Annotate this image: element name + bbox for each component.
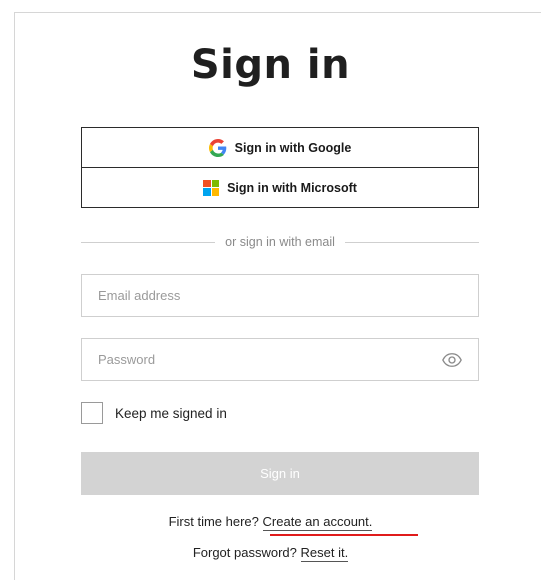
keep-signed-in-row: Keep me signed in: [81, 402, 227, 424]
forgot-password-row: Forgot password? Reset it.: [0, 545, 541, 562]
google-sign-in-label: Sign in with Google: [234, 140, 352, 155]
eye-icon[interactable]: [442, 352, 462, 368]
create-account-link[interactable]: Create an account.: [262, 514, 373, 531]
page-title: Sign in: [190, 42, 351, 88]
sign-in-submit-label: Sign in: [260, 466, 300, 481]
google-sign-in-button[interactable]: Sign in with Google: [81, 127, 479, 168]
first-time-text: First time here?: [168, 514, 259, 529]
forgot-password-text: Forgot password?: [192, 545, 297, 560]
microsoft-sign-in-label: Sign in with Microsoft: [227, 180, 357, 195]
keep-signed-in-label: Keep me signed in: [115, 405, 227, 421]
google-g-icon: [208, 138, 226, 157]
window-border-top: [14, 12, 541, 13]
microsoft-logo-icon: [203, 179, 220, 196]
keep-signed-in-checkbox[interactable]: [81, 402, 103, 424]
annotation-red-underline: [270, 534, 418, 536]
microsoft-sign-in-button[interactable]: Sign in with Microsoft: [81, 167, 479, 208]
window-border-left: [14, 12, 15, 580]
email-field-container: [81, 274, 479, 317]
sign-in-submit-button[interactable]: Sign in: [81, 452, 479, 495]
password-input[interactable]: [82, 339, 478, 380]
divider-text: or sign in with email: [225, 235, 335, 249]
reset-password-link[interactable]: Reset it.: [300, 545, 349, 562]
create-account-row: First time here? Create an account.: [0, 514, 541, 531]
email-divider: or sign in with email: [81, 234, 480, 250]
password-field-container: [81, 338, 479, 381]
divider-line-right: [344, 241, 480, 243]
email-input[interactable]: [82, 275, 478, 316]
divider-line-left: [81, 241, 216, 243]
